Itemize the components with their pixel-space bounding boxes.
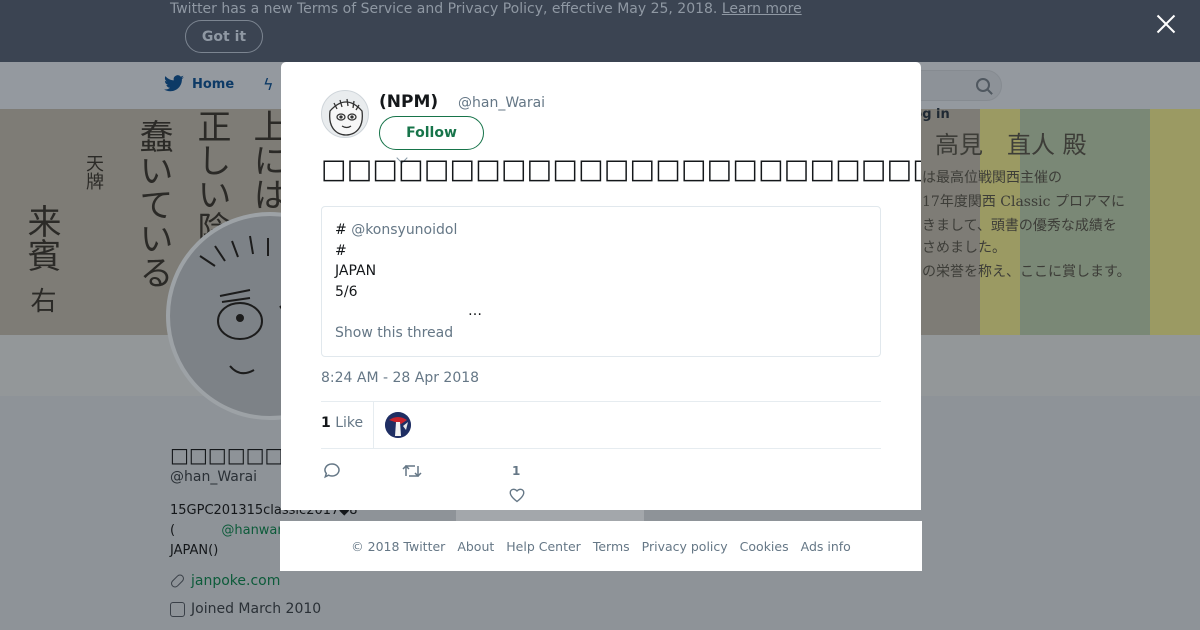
calligraphy-left: 来賓	[21, 204, 61, 272]
divider	[373, 402, 374, 449]
reply-icon[interactable]	[323, 462, 341, 480]
quoted-ellipsis: …	[468, 303, 482, 319]
retweet-icon[interactable]	[402, 462, 422, 480]
profile-bio-mention[interactable]: @hanwar	[221, 523, 282, 538]
profile-bio-paren: (	[170, 523, 176, 538]
divider	[321, 401, 881, 402]
certificate-name: 高見 直人 殿	[935, 131, 1087, 159]
footer-help-link[interactable]: Help Center	[506, 539, 581, 554]
quoted-mention[interactable]: @konsyunoidol	[351, 222, 457, 238]
show-thread-link[interactable]: Show this thread	[335, 325, 453, 341]
like-action-count: 1	[512, 464, 521, 478]
footer-cookies-link[interactable]: Cookies	[740, 539, 789, 554]
tweet-timestamp[interactable]: 8:24 AM - 28 Apr 2018	[321, 370, 479, 386]
nav-home-label: Home	[192, 76, 235, 92]
calligraphy-mid-1: 蠢いている	[133, 119, 173, 289]
likes-label: Like	[335, 415, 364, 431]
liker-avatar[interactable]	[385, 412, 411, 438]
certificate-line-1: は最高位戦関西主催の	[922, 170, 1062, 186]
quoted-hashtag: #	[335, 222, 347, 238]
link-icon	[169, 572, 186, 590]
certificate-line-4: さめました。	[922, 240, 1006, 256]
footer-privacy-link[interactable]: Privacy policy	[642, 539, 728, 554]
profile-url-text: janpoke.com	[191, 573, 281, 589]
quoted-line-1: # @konsyunoidol	[335, 220, 457, 241]
policy-notice-text: Twitter has a new Terms of Service and P…	[170, 1, 802, 17]
footer-copyright: © 2018 Twitter	[351, 538, 446, 554]
tweet-author-avatar[interactable]	[321, 90, 369, 138]
certificate-line-2: 17年度関西 Classic プロアマに	[922, 194, 1125, 210]
profile-handle: @han_Warai	[170, 469, 258, 485]
close-icon[interactable]	[1154, 12, 1178, 36]
quoted-thread-card[interactable]: # @konsyunoidol # JAPAN 5/6 … Show this …	[321, 206, 881, 357]
quoted-line-4: 5/6	[335, 283, 358, 300]
certificate-line-5: の栄誉を称え、ここに賞します。	[922, 264, 1131, 280]
policy-notice-message: Twitter has a new Terms of Service and P…	[170, 1, 718, 17]
tweet-display-name[interactable]: (NPM)	[379, 92, 438, 112]
footer-terms-link[interactable]: Terms	[593, 539, 630, 554]
quoted-line-3: JAPAN	[335, 263, 377, 279]
moments-icon[interactable]: ϟ	[263, 75, 274, 94]
tweet-screen-name[interactable]: @han_Warai	[458, 95, 545, 111]
got-it-button[interactable]: Got it	[185, 20, 263, 53]
calendar-icon	[170, 601, 185, 617]
profile-joined-text: Joined March 2010	[191, 601, 322, 617]
heart-icon[interactable]	[508, 486, 526, 504]
quoted-text: # @konsyunoidol # JAPAN 5/6	[335, 220, 457, 302]
profile-url[interactable]: janpoke.com	[169, 572, 281, 590]
policy-notice-bar: Twitter has a new Terms of Service and P…	[0, 0, 1200, 62]
learn-more-link[interactable]: Learn more	[722, 1, 802, 17]
calligraphy-left-2: 右	[26, 287, 56, 313]
modal-footer: © 2018 Twitter About Help Center Terms P…	[280, 521, 922, 571]
tweet-text: □□□□□□□□□□□□□□□□□□□□□□□□□□□□□□□□□□□□□□□□…	[321, 154, 921, 185]
likes-number: 1	[321, 415, 331, 431]
tab-highlight	[456, 510, 644, 521]
profile-joined: Joined March 2010	[170, 601, 321, 617]
footer-about-link[interactable]: About	[457, 539, 494, 554]
footer-ads-link[interactable]: Ads info	[801, 539, 851, 554]
certificate-line-3: きまして、頭書の優秀な成績を	[922, 218, 1117, 234]
quoted-line-2: #	[335, 242, 347, 259]
cartoon-face-icon	[329, 98, 363, 136]
likes-count[interactable]: 1 Like	[321, 415, 363, 431]
twitter-bird-icon	[164, 75, 184, 92]
follow-button[interactable]: Follow	[379, 116, 484, 150]
liker-avatar-image	[385, 412, 411, 438]
search-icon	[976, 78, 990, 92]
tweet-modal: (NPM) @han_Warai Follow □□□□□□□□□□□□□□□□…	[281, 62, 921, 510]
nav-home[interactable]: Home	[163, 75, 234, 93]
calligraphy-small: 天牌	[83, 154, 104, 190]
divider	[321, 448, 881, 449]
